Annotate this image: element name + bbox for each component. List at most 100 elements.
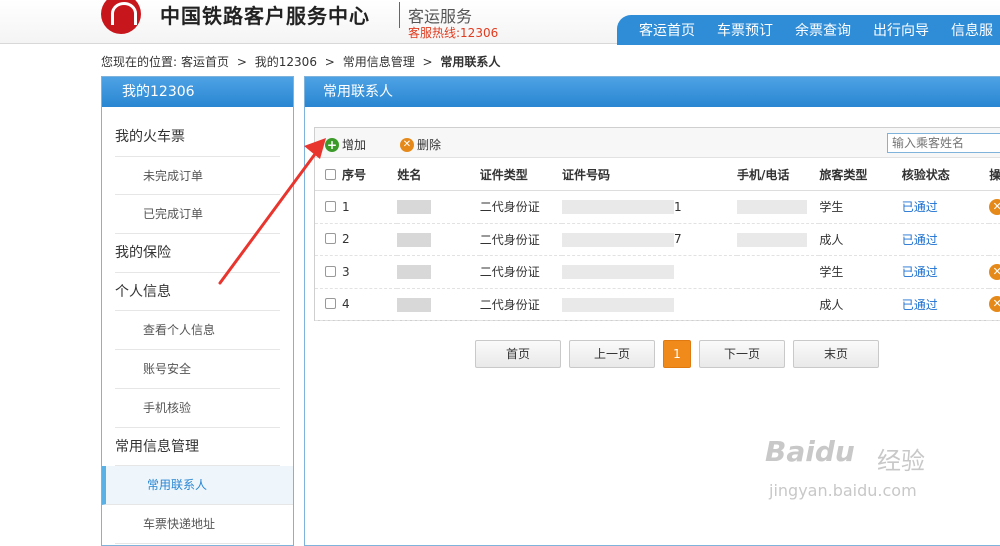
redacted-phone	[737, 232, 808, 247]
table-row[interactable]: 1 二代身份证 1 学生 已通过 ✕	[315, 190, 1000, 224]
name-cell	[397, 190, 480, 224]
first-page-button[interactable]: 首页	[475, 340, 561, 368]
hotline-text: 客服热线:12306	[408, 26, 499, 40]
sidebar-title: 我的12306	[102, 77, 293, 107]
sidebar-item-contacts[interactable]: 常用联系人	[102, 466, 293, 505]
breadcrumb-link-my12306[interactable]: 我的12306	[255, 55, 317, 69]
nav-item-info[interactable]: 信息服	[951, 20, 993, 40]
redacted-name	[397, 265, 432, 279]
column-header-passenger-type: 旅客类型	[819, 158, 902, 191]
nav-item-travel-guide[interactable]: 出行向导	[873, 20, 929, 40]
name-cell	[397, 288, 480, 321]
nav-item-ticket-query[interactable]: 余票查询	[795, 20, 851, 40]
status-cell: 已通过	[901, 223, 990, 256]
table-header-row: 序号 姓名 证件类型 证件号码 手机/电话 旅客类型 核验状态 操	[315, 158, 1000, 191]
nav-item-booking[interactable]: 车票预订	[717, 20, 773, 40]
delete-button[interactable]: ✕ 删除	[400, 136, 441, 153]
logo-divider	[399, 2, 400, 28]
delete-row-icon[interactable]: ✕	[989, 263, 1000, 280]
status-cell: 已通过	[901, 190, 990, 224]
nav-item-home[interactable]: 客运首页	[639, 20, 695, 40]
redacted-name	[397, 297, 432, 312]
close-icon: ✕	[400, 137, 414, 152]
table-row[interactable]: 2 二代身份证 7 成人 已通过	[315, 223, 1000, 256]
action-cell: ✕	[989, 255, 1000, 289]
railway-logo-icon	[101, 0, 141, 34]
pagination: 首页 上一页 1 下一页 末页	[475, 340, 887, 368]
site-logo-text: 中国铁路客户服务中心	[160, 4, 370, 28]
name-cell	[397, 223, 480, 256]
sidebar: 我的12306 我的火车票 未完成订单 已完成订单 我的保险 个人信息 查看个人…	[101, 76, 294, 546]
sidebar-item-personal-info[interactable]: 个人信息	[115, 273, 280, 312]
panel-title: 常用联系人	[305, 77, 1000, 107]
row-checkbox[interactable]	[325, 233, 336, 245]
status-link[interactable]: 已通过	[902, 200, 938, 214]
row-checkbox[interactable]	[325, 265, 336, 277]
redacted-id	[562, 265, 675, 279]
phone-cell	[737, 223, 820, 256]
watermark-url: jingyan.baidu.com	[769, 481, 917, 500]
phone-cell	[737, 190, 820, 224]
passenger-type-cell: 学生	[819, 255, 902, 289]
sidebar-item-finished-orders[interactable]: 已完成订单	[115, 195, 280, 235]
redacted-id	[562, 232, 675, 247]
sidebar-item-unfinished-orders[interactable]: 未完成订单	[115, 157, 280, 196]
id-number-cell: 1	[562, 190, 738, 224]
next-page-button[interactable]: 下一页	[699, 340, 785, 368]
breadcrumb-sep: >	[236, 55, 247, 69]
sidebar-item-delivery-address[interactable]: 车票快递地址	[115, 505, 280, 544]
baidu-watermark: Baidu 经验 jingyan.baidu.com	[765, 435, 965, 515]
column-header-phone: 手机/电话	[737, 158, 820, 191]
breadcrumb-sep: >	[324, 55, 335, 69]
action-cell: ✕	[989, 288, 1000, 321]
name-cell	[397, 255, 480, 289]
status-link[interactable]: 已通过	[902, 265, 938, 279]
top-header: 中国铁路客户服务中心 客运服务 客服热线:12306 客运首页 车票预订 余票查…	[0, 0, 1000, 45]
sidebar-item-my-tickets[interactable]: 我的火车票	[115, 118, 280, 157]
prev-page-button[interactable]: 上一页	[569, 340, 655, 368]
passenger-type-cell: 学生	[819, 190, 902, 224]
sidebar-item-phone-verify[interactable]: 手机核验	[115, 389, 280, 428]
row-checkbox[interactable]	[325, 200, 336, 212]
redacted-name	[397, 232, 432, 247]
select-all-checkbox[interactable]	[325, 168, 336, 180]
last-page-button[interactable]: 末页	[793, 340, 879, 368]
passenger-search-input[interactable]	[887, 133, 1000, 153]
column-header-id-number: 证件号码	[562, 158, 738, 191]
plus-icon: +	[325, 137, 339, 152]
id-type-cell: 二代身份证	[479, 288, 563, 321]
id-number-cell	[562, 288, 738, 321]
row-index-cell: 2	[315, 223, 398, 256]
id-number-cell: 7	[562, 223, 738, 256]
add-button[interactable]: + 增加	[325, 136, 366, 153]
column-header-name: 姓名	[397, 158, 480, 191]
status-link[interactable]: 已通过	[902, 233, 938, 247]
breadcrumb-link-info-mgmt[interactable]: 常用信息管理	[343, 55, 415, 69]
sidebar-list: 我的火车票 未完成订单 已完成订单 我的保险 个人信息 查看个人信息 账号安全 …	[102, 118, 293, 544]
column-header-index: 序号	[315, 158, 398, 191]
table-row[interactable]: 4 二代身份证 成人 已通过 ✕	[315, 288, 1000, 321]
sidebar-item-account-security[interactable]: 账号安全	[115, 350, 280, 389]
column-header-status: 核验状态	[901, 158, 990, 191]
redacted-name	[397, 200, 432, 214]
breadcrumb-prefix: 您现在的位置:	[101, 55, 178, 69]
breadcrumb-link-home[interactable]: 客运首页	[181, 55, 229, 69]
breadcrumb-current: 常用联系人	[440, 55, 501, 69]
passenger-type-cell: 成人	[819, 288, 902, 321]
watermark-cn: 经验	[877, 447, 925, 475]
sidebar-item-common-info[interactable]: 常用信息管理	[115, 428, 280, 467]
sidebar-item-view-personal-info[interactable]: 查看个人信息	[115, 311, 280, 351]
action-cell	[989, 223, 1000, 256]
contacts-table: 序号 姓名 证件类型 证件号码 手机/电话 旅客类型 核验状态 操 1 二代身份…	[315, 158, 1000, 321]
delete-row-icon[interactable]: ✕	[989, 296, 1000, 313]
grid-toolbar: + 增加 ✕ 删除	[315, 128, 1000, 158]
status-link[interactable]: 已通过	[902, 298, 938, 312]
delete-row-icon[interactable]: ✕	[989, 198, 1000, 215]
status-cell: 已通过	[901, 288, 990, 321]
row-checkbox[interactable]	[325, 298, 336, 310]
row-index-cell: 3	[315, 255, 398, 289]
table-row[interactable]: 3 二代身份证 学生 已通过 ✕	[315, 255, 1000, 289]
id-type-cell: 二代身份证	[479, 255, 563, 289]
current-page-button[interactable]: 1	[663, 340, 691, 368]
sidebar-item-my-insurance[interactable]: 我的保险	[115, 234, 280, 273]
